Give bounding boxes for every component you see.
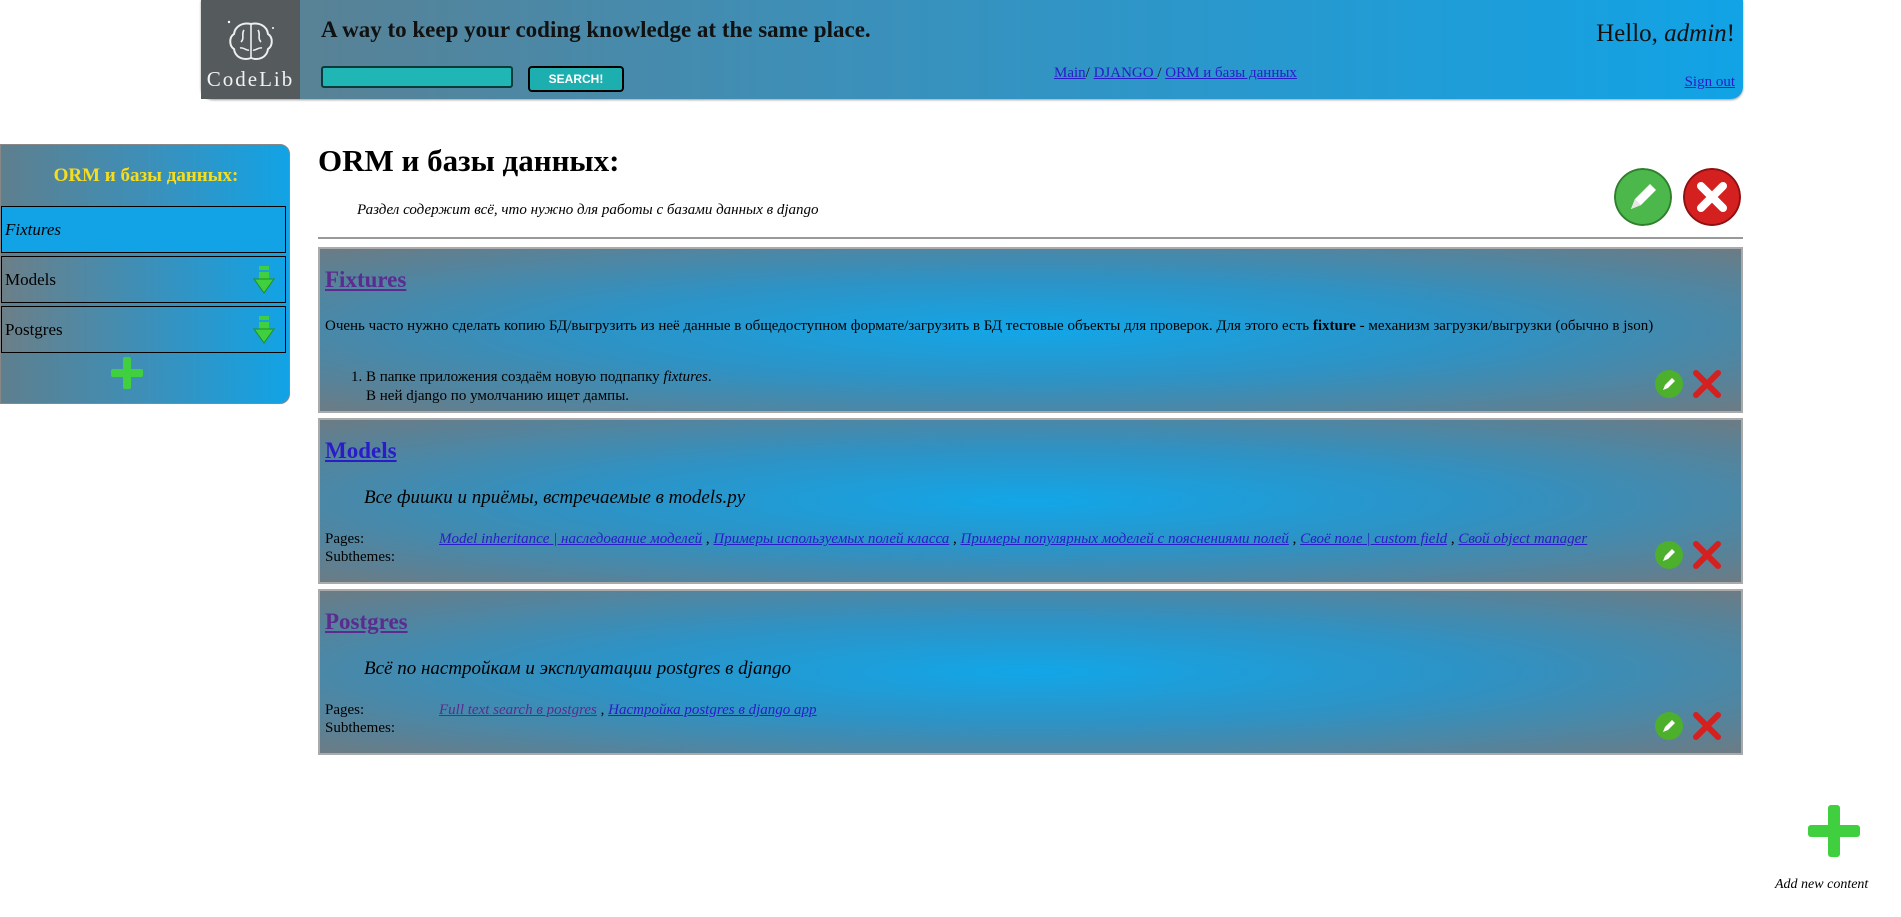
page-title: ORM и базы данных: xyxy=(318,143,620,178)
edit-button[interactable] xyxy=(1654,369,1684,399)
sidebar-item-label: Models xyxy=(5,270,56,289)
card-models: Models Все фишки и приёмы, встречаемые в… xyxy=(318,418,1743,584)
breadcrumb-django[interactable]: DJANGO xyxy=(1094,65,1158,81)
pages-label: Pages: xyxy=(325,702,365,718)
card-actions xyxy=(1654,540,1724,572)
edit-button[interactable] xyxy=(1654,711,1684,741)
add-subtheme-button[interactable] xyxy=(111,357,143,389)
delete-button[interactable] xyxy=(1692,540,1722,570)
page-link[interactable]: Свой object manager xyxy=(1458,531,1587,547)
card-title[interactable]: Fixtures xyxy=(325,267,406,293)
greeting-suffix: ! xyxy=(1726,20,1735,47)
card-title[interactable]: Postgres xyxy=(325,609,408,635)
brain-icon xyxy=(227,20,274,60)
header: CodeLib A way to keep your coding knowle… xyxy=(201,0,1743,99)
list-item: В папке приложения создаём новую подпапк… xyxy=(366,368,712,406)
pages-row: Pages: Model inheritance | наследование м… xyxy=(325,531,1588,547)
card-postgres: Postgres Всё по настройкам и эксплуатаци… xyxy=(318,589,1743,755)
add-new-content-button[interactable] xyxy=(1808,805,1860,857)
page-link[interactable]: Model inheritance | наследование моделей xyxy=(439,531,702,547)
pages-row: Pages: Full text search в postgres , Наст… xyxy=(325,702,817,718)
page-link[interactable]: Настройка postgres в django app xyxy=(608,702,816,718)
breadcrumb-sep: / xyxy=(1157,65,1162,81)
breadcrumb: Main/ DJANGO / ORM и базы данных xyxy=(1054,65,1297,82)
sidebar: ORM и базы данных: Fixtures Models Postg… xyxy=(0,144,290,404)
page-link[interactable]: Своё поле | custom field xyxy=(1300,531,1447,547)
site-logo[interactable]: CodeLib xyxy=(201,0,300,99)
sidebar-item-label: Postgres xyxy=(5,320,63,339)
breadcrumb-orm[interactable]: ORM и базы данных xyxy=(1165,65,1297,81)
page-description: Раздел содержит всё, что нужно для работ… xyxy=(357,202,819,218)
sidebar-title: ORM и базы данных: xyxy=(53,165,239,186)
card-summary: Все фишки и приёмы, встречаемые в models… xyxy=(364,487,746,508)
card-actions xyxy=(1654,369,1724,401)
breadcrumb-main[interactable]: Main xyxy=(1054,65,1086,81)
card-title[interactable]: Models xyxy=(325,438,397,464)
down-arrow-icon[interactable] xyxy=(253,316,275,344)
card-actions xyxy=(1654,711,1724,743)
card-steps-list: В папке приложения создаём новую подпапк… xyxy=(350,368,712,406)
card-summary: Всё по настройкам и эксплуатации postgre… xyxy=(364,658,791,679)
tagline: A way to keep your coding knowledge at t… xyxy=(321,17,871,42)
subthemes-label: Subthemes: xyxy=(325,720,395,736)
card-fixtures: Fixtures Очень часто нужно сделать копию… xyxy=(318,247,1743,413)
greeting: Hello, admin! xyxy=(1596,20,1735,48)
title-divider xyxy=(318,237,1743,239)
page-link[interactable]: Full text search в postgres xyxy=(439,702,597,718)
delete-button[interactable] xyxy=(1692,711,1722,741)
edit-theme-button[interactable] xyxy=(1614,168,1672,226)
delete-theme-button[interactable] xyxy=(1683,168,1741,226)
sidebar-item-models[interactable]: Models xyxy=(1,256,286,303)
delete-button[interactable] xyxy=(1692,369,1722,399)
username: admin xyxy=(1664,20,1727,47)
search-button[interactable]: SEARCH! xyxy=(528,66,624,92)
greeting-prefix: Hello, xyxy=(1596,20,1665,47)
edit-button[interactable] xyxy=(1654,540,1684,570)
search-input[interactable] xyxy=(321,66,513,88)
sidebar-item-label: Fixtures xyxy=(5,220,62,239)
sidebar-item-postgres[interactable]: Postgres xyxy=(1,306,286,353)
down-arrow-icon[interactable] xyxy=(253,266,275,294)
page-link[interactable]: Примеры используемых полей класса xyxy=(713,531,949,547)
sign-out-link[interactable]: Sign out xyxy=(1685,74,1735,91)
subthemes-label: Subthemes: xyxy=(325,549,395,565)
page-link[interactable]: Примеры популярных моделей с пояснениями… xyxy=(961,531,1289,547)
breadcrumb-sep: / xyxy=(1085,65,1090,81)
pages-label: Pages: xyxy=(325,531,365,547)
add-new-content-label: Add new content xyxy=(1775,877,1869,892)
sidebar-item-fixtures[interactable]: Fixtures xyxy=(1,206,286,253)
card-intro: Очень часто нужно сделать копию БД/выгру… xyxy=(325,318,1654,334)
logo-text: CodeLib xyxy=(206,67,295,91)
